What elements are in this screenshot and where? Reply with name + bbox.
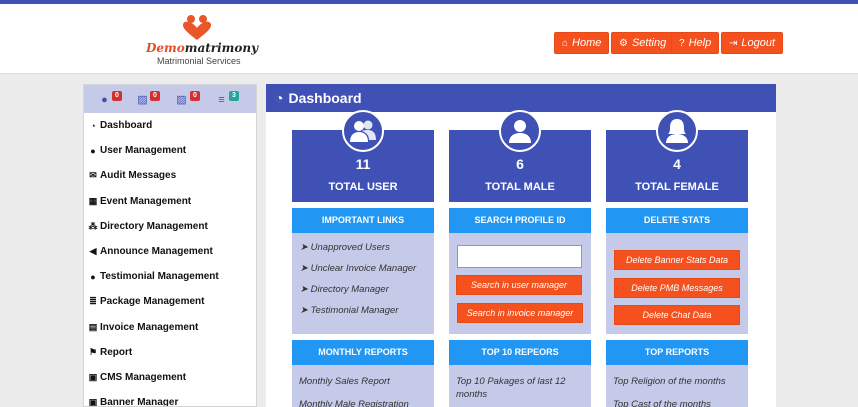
gear-icon: ⚙ — [619, 37, 628, 49]
flag-icon: ⚑ — [88, 346, 98, 357]
bullhorn-icon: ◀ — [89, 246, 97, 257]
panel-title: MONTHLY REPORTS — [292, 340, 434, 365]
stat-value: 11 — [355, 156, 371, 172]
sitemap-icon: ⁂ — [88, 220, 98, 231]
stat-label: TOTAL MALE — [485, 181, 555, 193]
photo-icon[interactable]: ▨ — [175, 94, 188, 106]
sidebar-item-banner-manager[interactable]: ▣ Banner Manager — [84, 390, 256, 407]
brand-name: Demomatrimony — [146, 41, 259, 55]
user-icon[interactable]: ● — [98, 94, 111, 106]
stat-card-total-female: 4 TOTAL FEMALE — [606, 110, 748, 202]
male-user-icon — [499, 110, 541, 152]
search-invoice-manager-button[interactable]: Search in invoice manager — [457, 303, 583, 323]
link-top-cast[interactable]: Top Cast of the months — [606, 388, 748, 407]
dashboard-icon: ◔ — [275, 90, 284, 106]
delete-pmb-messages-button[interactable]: Delete PMB Messages — [614, 278, 740, 298]
page-title-bar: ◔ Dashboard — [266, 84, 776, 112]
link-unclear-invoice-manager[interactable]: ➤ Unclear Invoice Manager — [292, 258, 434, 279]
setting-button[interactable]: ⚙ Setting — [611, 32, 675, 54]
calendar-icon: ▦ — [88, 195, 98, 206]
sidebar-item-announce-management[interactable]: ◀ Announce Management — [84, 239, 256, 264]
delete-banner-stats-button[interactable]: Delete Banner Stats Data — [614, 250, 740, 270]
stat-value: 4 — [673, 156, 681, 172]
sidebar-item-event-management[interactable]: ▦ Event Management — [84, 189, 256, 214]
users-icon — [342, 110, 384, 152]
file-icon: ▣ — [88, 371, 98, 382]
list-badge: 3 — [229, 91, 239, 101]
panel-title: TOP 10 REPEORS — [449, 340, 591, 365]
search-profile-panel: SEARCH PROFILE ID Search in user manager… — [449, 208, 591, 334]
link-monthly-sales-report[interactable]: Monthly Sales Report — [292, 365, 434, 388]
database-icon: ≣ — [89, 296, 97, 307]
stat-card-total-user: 11 TOTAL USER — [292, 110, 434, 202]
panel-title: TOP REPORTS — [606, 340, 748, 365]
home-button[interactable]: ⌂ Home — [554, 32, 610, 54]
sidebar: ● 0 ▨ 0 ▨ 0 ≡ 3 ◔ Dashboard ● User Managem… — [83, 84, 257, 407]
sidebar-item-audit-messages[interactable]: ✉ Audit Messages — [84, 163, 256, 188]
top10-reports-panel: TOP 10 REPEORS Top 10 Pakages of last 12… — [449, 340, 591, 407]
stat-label: TOTAL USER — [328, 181, 398, 193]
link-top-religion[interactable]: Top Religion of the months — [606, 365, 748, 388]
photo-badge: 0 — [190, 91, 200, 101]
sidebar-item-package-management[interactable]: ≣ Package Management — [84, 289, 256, 314]
panel-title: DELETE STATS — [606, 208, 748, 233]
sidebar-item-cms-management[interactable]: ▣ CMS Management — [84, 365, 256, 390]
logo[interactable]: Demomatrimony Matrimonial Services — [146, 14, 259, 70]
sidebar-item-dashboard[interactable]: ◔ Dashboard — [84, 113, 256, 138]
monthly-reports-panel: MONTHLY REPORTS Monthly Sales Report Mon… — [292, 340, 434, 407]
delete-chat-data-button[interactable]: Delete Chat Data — [614, 305, 740, 325]
sidebar-item-testimonial-management[interactable]: ● Testimonial Management — [84, 264, 256, 289]
list-alt-icon: ▤ — [88, 321, 98, 332]
search-user-manager-button[interactable]: Search in user manager — [456, 275, 582, 295]
comment-icon: ● — [90, 271, 96, 282]
sidebar-item-directory-management[interactable]: ⁂ Directory Management — [84, 214, 256, 239]
user-icon: ● — [90, 145, 96, 156]
envelope-icon: ✉ — [89, 170, 97, 181]
link-directory-manager[interactable]: ➤ Directory Manager — [292, 279, 434, 300]
stat-card-total-male: 6 TOTAL MALE — [449, 110, 591, 202]
link-top10-packages[interactable]: Top 10 Pakages of last 12 months — [449, 365, 591, 401]
sidebar-item-report[interactable]: ⚑ Report — [84, 340, 256, 365]
file-icon: ▣ — [88, 397, 98, 407]
header: Demomatrimony Matrimonial Services ⌂ Home… — [0, 4, 858, 74]
list-icon[interactable]: ≡ — [215, 94, 228, 106]
brand-subtitle: Matrimonial Services — [157, 56, 241, 66]
sidebar-notifications: ● 0 ▨ 0 ▨ 0 ≡ 3 — [84, 85, 256, 113]
user-badge: 0 — [112, 91, 122, 101]
home-icon: ⌂ — [562, 37, 569, 49]
logout-icon: ⇥ — [729, 37, 738, 49]
link-monthly-male-registration[interactable]: Monthly Male Registration — [292, 388, 434, 407]
link-unapproved-users[interactable]: ➤ Unapproved Users — [292, 237, 434, 258]
sidebar-item-invoice-management[interactable]: ▤ Invoice Management — [84, 315, 256, 340]
logout-button[interactable]: ⇥ Logout — [721, 32, 784, 54]
image-badge: 0 — [150, 91, 160, 101]
female-user-icon — [656, 110, 698, 152]
important-links-panel: IMPORTANT LINKS ➤ Unapproved Users ➤ Unc… — [292, 208, 434, 334]
help-icon: ? — [679, 37, 685, 49]
stat-value: 6 — [516, 156, 524, 172]
top-reports-panel: TOP REPORTS Top Religion of the months T… — [606, 340, 748, 407]
link-testimonial-manager[interactable]: ➤ Testimonial Manager — [292, 300, 434, 321]
stat-label: TOTAL FEMALE — [635, 181, 719, 193]
image-icon[interactable]: ▨ — [136, 94, 149, 106]
sidebar-menu: ◔ Dashboard ● User Management ✉ Audit Messa… — [84, 113, 256, 407]
page-title: Dashboard — [288, 90, 362, 106]
sidebar-item-user-management[interactable]: ● User Management — [84, 138, 256, 163]
panel-title: IMPORTANT LINKS — [292, 208, 434, 233]
couple-logo-icon — [183, 15, 211, 40]
delete-stats-panel: DELETE STATS Delete Banner Stats Data De… — [606, 208, 748, 334]
profile-id-input[interactable] — [457, 245, 582, 268]
help-button[interactable]: ? Help — [671, 32, 720, 54]
dashboard-icon: ◔ — [90, 120, 96, 131]
panel-title: SEARCH PROFILE ID — [449, 208, 591, 233]
